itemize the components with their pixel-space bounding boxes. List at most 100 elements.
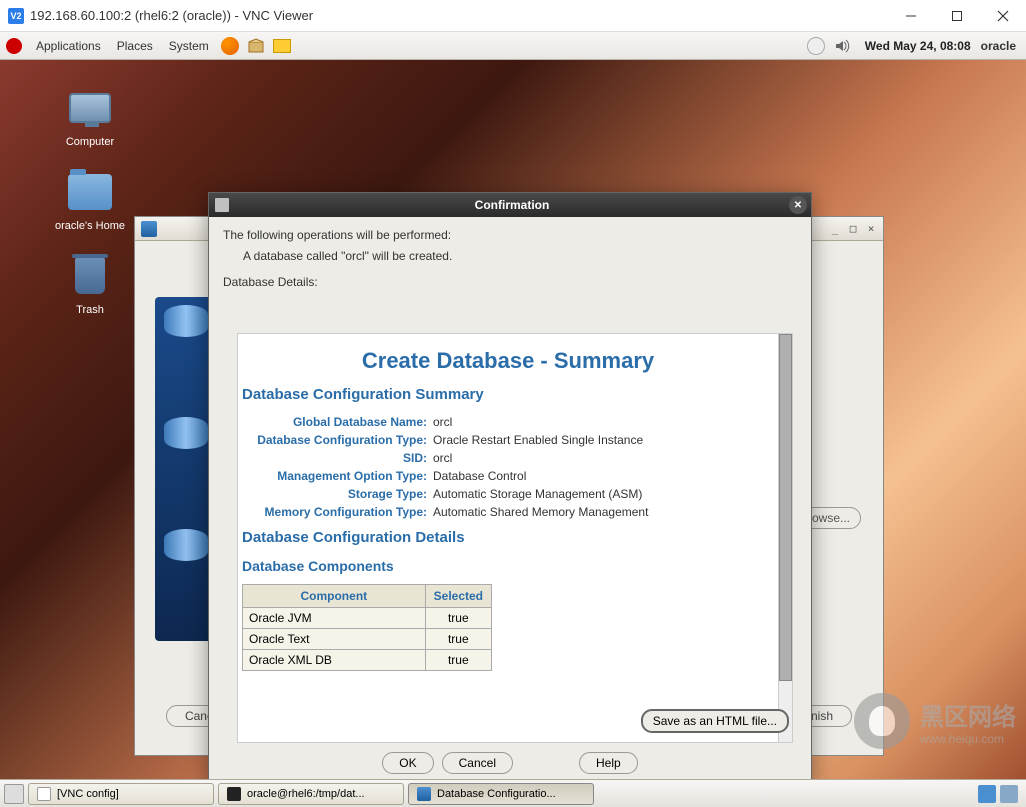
mushroom-icon bbox=[854, 693, 910, 749]
workspace-switcher[interactable] bbox=[978, 785, 996, 803]
config-summary-heading: Database Configuration Summary bbox=[242, 386, 778, 403]
config-value: Database Control bbox=[433, 469, 526, 483]
operations-text: The following operations will be perform… bbox=[223, 227, 797, 244]
component-header: Component bbox=[243, 585, 426, 608]
component-selected: true bbox=[425, 629, 491, 650]
package-icon[interactable] bbox=[246, 36, 266, 56]
scroll-content: Create Database - Summary Database Confi… bbox=[237, 333, 778, 743]
close-icon[interactable]: × bbox=[863, 222, 879, 236]
scrollbar-thumb[interactable] bbox=[779, 334, 792, 681]
config-value: orcl bbox=[433, 415, 452, 429]
help-button[interactable]: Help bbox=[579, 752, 638, 774]
components-heading: Database Components bbox=[242, 558, 778, 574]
user-menu[interactable]: oracle bbox=[981, 39, 1016, 53]
ok-button[interactable]: OK bbox=[382, 752, 433, 774]
window-controls bbox=[888, 0, 1026, 31]
table-row: Oracle Texttrue bbox=[243, 629, 492, 650]
dbca-app-icon bbox=[141, 221, 157, 237]
table-row: Oracle XML DBtrue bbox=[243, 650, 492, 671]
folder-icon bbox=[68, 174, 112, 210]
show-desktop-button[interactable] bbox=[4, 784, 24, 804]
workspace-switcher[interactable] bbox=[1000, 785, 1018, 803]
operations-detail: A database called "orcl" will be created… bbox=[223, 248, 797, 265]
components-table: Component Selected Oracle JVMtrueOracle … bbox=[242, 584, 492, 671]
task-label: Database Configuratio... bbox=[437, 788, 556, 800]
icon-label: Trash bbox=[50, 304, 130, 316]
monitor-icon bbox=[69, 93, 111, 123]
config-row: Management Option Type:Database Control bbox=[238, 469, 778, 483]
save-html-button[interactable]: Save as an HTML file... bbox=[641, 709, 789, 733]
close-button[interactable] bbox=[980, 0, 1026, 31]
config-key: Memory Configuration Type: bbox=[238, 505, 433, 519]
component-name: Oracle XML DB bbox=[243, 650, 426, 671]
config-row: Memory Configuration Type:Automatic Shar… bbox=[238, 505, 778, 519]
home-desktop-icon[interactable]: oracle's Home bbox=[50, 168, 130, 232]
task-dbca[interactable]: Database Configuratio... bbox=[408, 783, 594, 805]
config-key: Management Option Type: bbox=[238, 469, 433, 483]
minimize-icon[interactable]: _ bbox=[827, 222, 843, 236]
icon-label: oracle's Home bbox=[50, 220, 130, 232]
trash-desktop-icon[interactable]: Trash bbox=[50, 252, 130, 316]
component-selected: true bbox=[425, 650, 491, 671]
tray bbox=[978, 785, 1022, 803]
dialog-title: Confirmation bbox=[235, 198, 789, 212]
config-details-heading: Database Configuration Details bbox=[242, 529, 778, 546]
volume-icon[interactable] bbox=[832, 36, 852, 56]
applications-menu[interactable]: Applications bbox=[28, 39, 109, 53]
config-row: Database Configuration Type:Oracle Resta… bbox=[238, 433, 778, 447]
cancel-button[interactable]: Cancel bbox=[442, 752, 513, 774]
config-key: Database Configuration Type: bbox=[238, 433, 433, 447]
close-icon[interactable]: ✕ bbox=[789, 196, 807, 214]
config-value: orcl bbox=[433, 451, 452, 465]
terminal-icon bbox=[37, 787, 51, 801]
component-name: Oracle JVM bbox=[243, 608, 426, 629]
windows-title-bar: V2 192.168.60.100:2 (rhel6:2 (oracle)) -… bbox=[0, 0, 1026, 32]
config-key: SID: bbox=[238, 451, 433, 465]
config-key: Global Database Name: bbox=[238, 415, 433, 429]
system-menu[interactable]: System bbox=[161, 39, 217, 53]
maximize-button[interactable] bbox=[934, 0, 980, 31]
config-key: Storage Type: bbox=[238, 487, 433, 501]
confirmation-title-bar[interactable]: Confirmation ✕ bbox=[209, 193, 811, 217]
selected-header: Selected bbox=[425, 585, 491, 608]
task-label: [VNC config] bbox=[57, 788, 119, 800]
config-row: Global Database Name:orcl bbox=[238, 415, 778, 429]
scrollbar[interactable] bbox=[778, 333, 793, 743]
places-menu[interactable]: Places bbox=[109, 39, 161, 53]
task-terminal[interactable]: oracle@rhel6:/tmp/dat... bbox=[218, 783, 404, 805]
clock[interactable]: Wed May 24, 08:08 bbox=[865, 39, 971, 53]
confirmation-dialog: Confirmation ✕ The following operations … bbox=[208, 192, 812, 788]
summary-heading: Create Database - Summary bbox=[238, 348, 778, 374]
cpu-gauge-icon[interactable] bbox=[806, 36, 826, 56]
dbca-icon bbox=[417, 787, 431, 801]
watermark-url: www.heiqu.com bbox=[920, 732, 1016, 746]
computer-desktop-icon[interactable]: Computer bbox=[50, 84, 130, 148]
watermark-text: 黑区网络 bbox=[920, 697, 1016, 732]
config-value: Oracle Restart Enabled Single Instance bbox=[433, 433, 643, 447]
gnome-top-panel: Applications Places System Wed May 24, 0… bbox=[0, 32, 1026, 60]
vnc-icon: V2 bbox=[8, 8, 24, 24]
trash-icon bbox=[75, 258, 105, 294]
component-name: Oracle Text bbox=[243, 629, 426, 650]
desktop: Computer oracle's Home Trash _ □ × Brows… bbox=[0, 60, 1026, 779]
task-vnc-config[interactable]: [VNC config] bbox=[28, 783, 214, 805]
config-row: SID:orcl bbox=[238, 451, 778, 465]
redhat-icon[interactable] bbox=[6, 38, 22, 54]
config-value: Automatic Shared Memory Management bbox=[433, 505, 648, 519]
component-selected: true bbox=[425, 608, 491, 629]
table-row: Oracle JVMtrue bbox=[243, 608, 492, 629]
details-pane: Create Database - Summary Database Confi… bbox=[223, 275, 802, 743]
note-icon[interactable] bbox=[272, 36, 292, 56]
bottom-taskbar: [VNC config] oracle@rhel6:/tmp/dat... Da… bbox=[0, 779, 1026, 807]
watermark: 黑区网络 www.heiqu.com bbox=[854, 693, 1016, 749]
firefox-icon[interactable] bbox=[220, 36, 240, 56]
window-title: 192.168.60.100:2 (rhel6:2 (oracle)) - VN… bbox=[30, 8, 888, 23]
task-label: oracle@rhel6:/tmp/dat... bbox=[247, 788, 365, 800]
terminal-icon bbox=[227, 787, 241, 801]
config-row: Storage Type:Automatic Storage Managemen… bbox=[238, 487, 778, 501]
dialog-icon bbox=[215, 198, 229, 212]
config-value: Automatic Storage Management (ASM) bbox=[433, 487, 642, 501]
minimize-button[interactable] bbox=[888, 0, 934, 31]
icon-label: Computer bbox=[50, 136, 130, 148]
maximize-icon[interactable]: □ bbox=[845, 222, 861, 236]
